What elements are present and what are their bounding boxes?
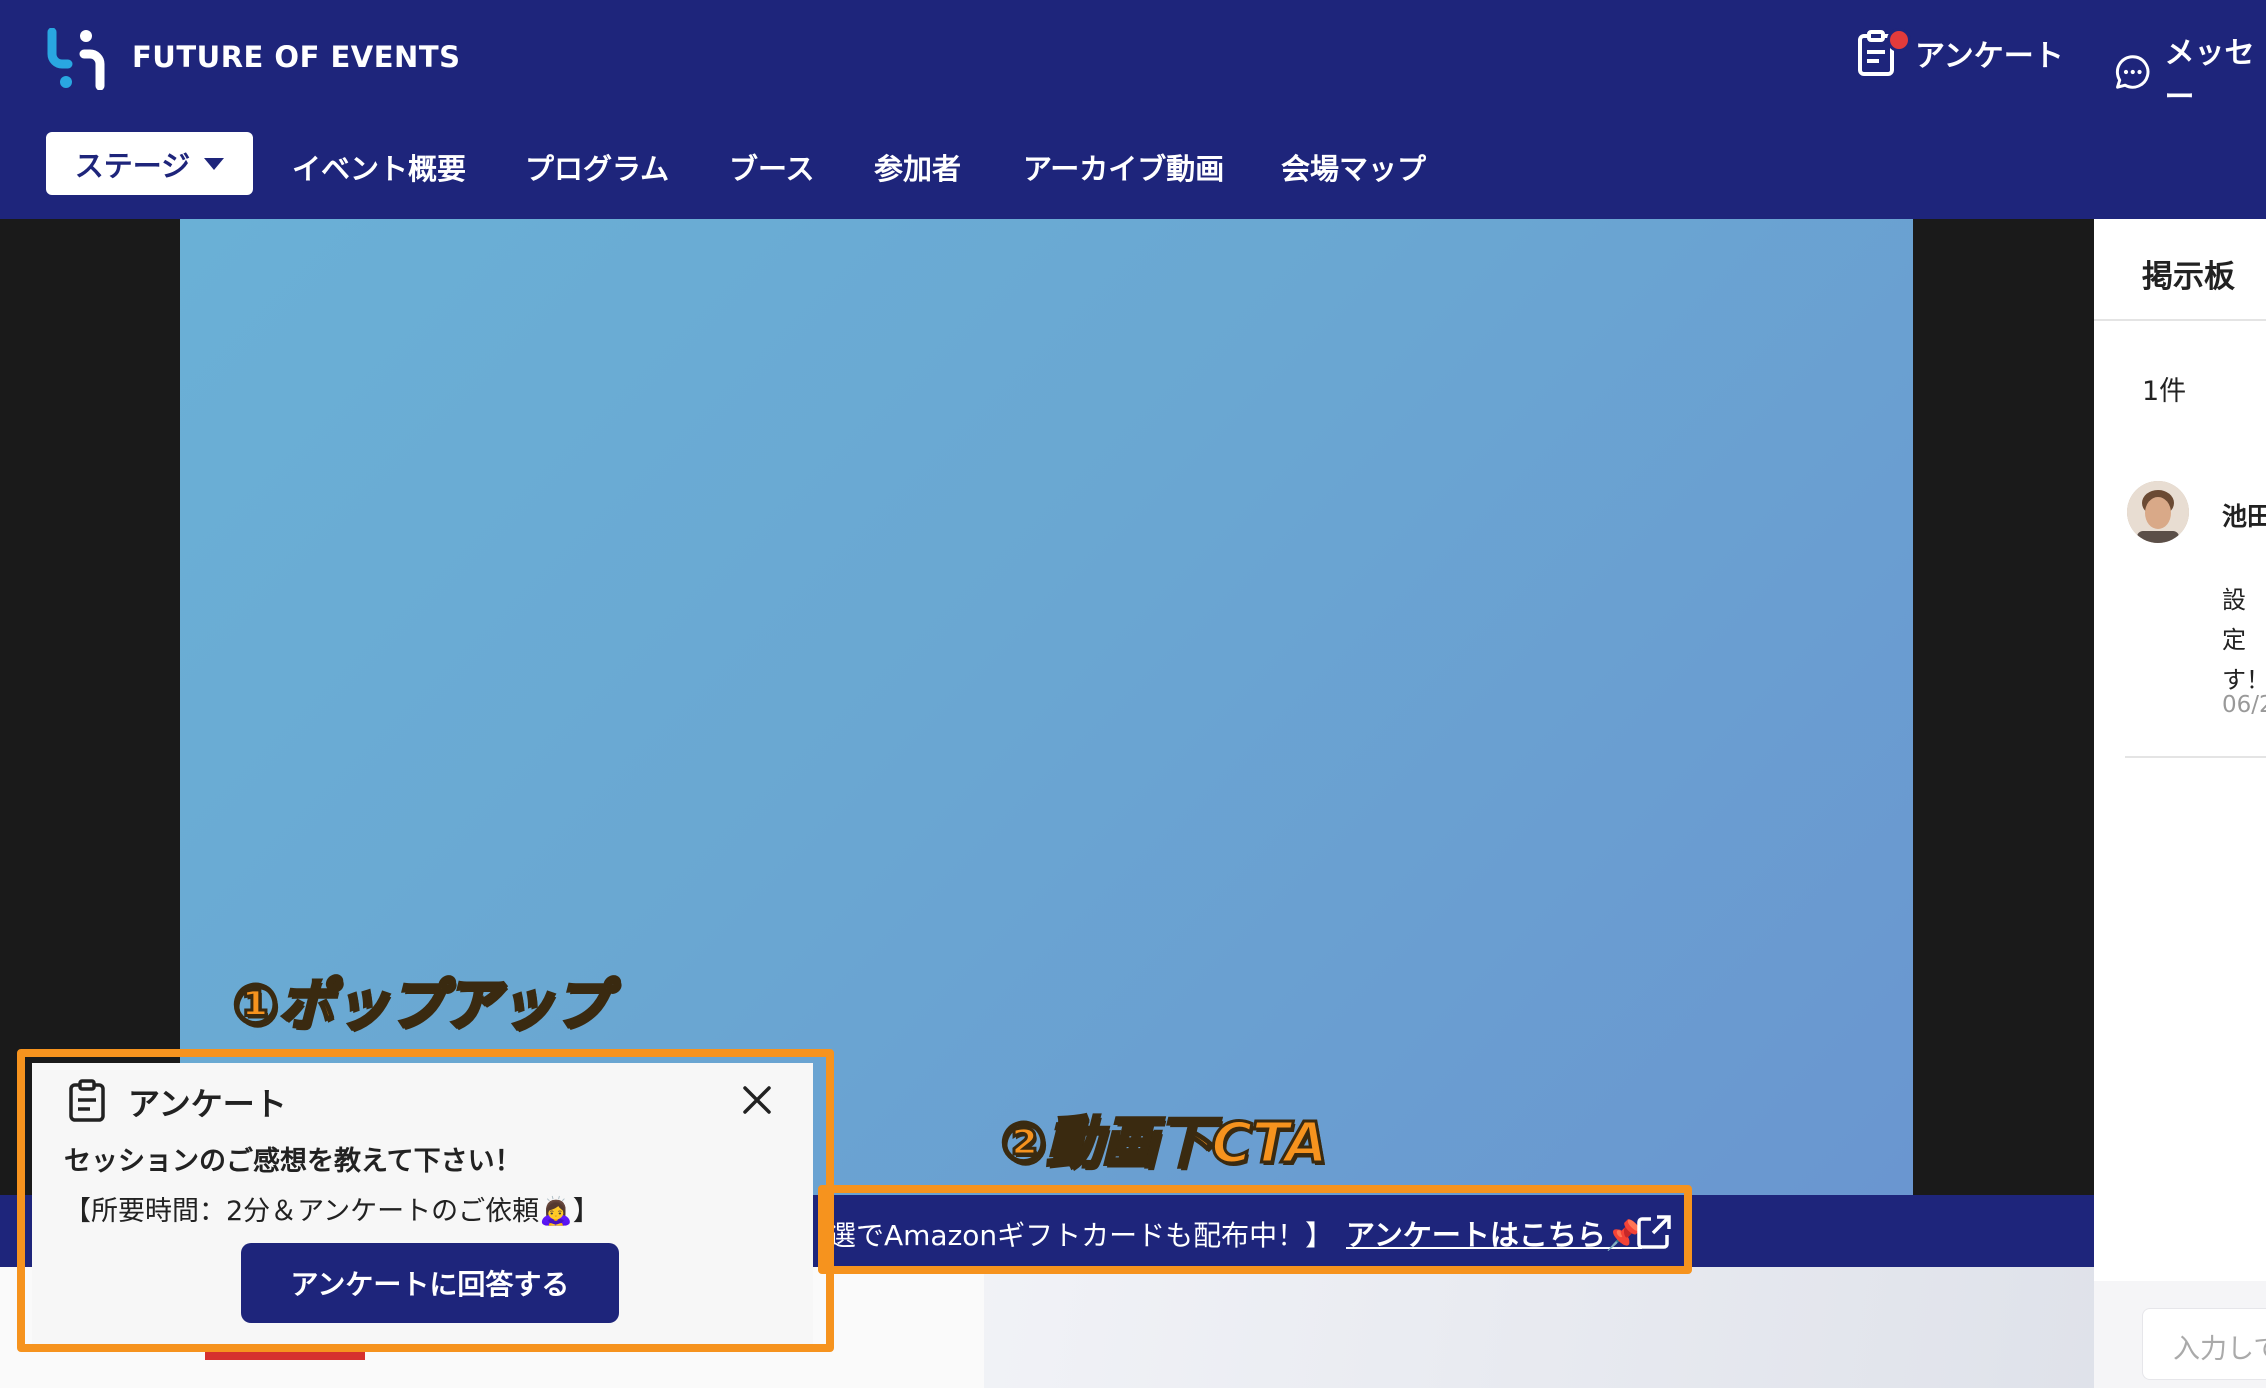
survey-icon [1857,28,1911,78]
popup-annotation-box [17,1049,834,1352]
nav-item-archive-video[interactable]: アーカイブ動画 [1023,146,1224,188]
nav-item-booth[interactable]: ブース [729,146,815,188]
post-author: 池田 [2222,502,2266,531]
survey-header-button[interactable]: アンケート [1857,28,2064,78]
post-message-line: 設定 [2222,586,2246,654]
post-input[interactable]: 入力して [2142,1308,2266,1380]
brand-name: FUTURE OF EVENTS [132,40,461,74]
cta-annotation-box [818,1185,1692,1274]
nav-item-program[interactable]: プログラム [525,146,669,188]
stage-dropdown-label: ステージ [74,148,191,183]
cta-annotation-label: ②動画下CTA [999,1110,1330,1178]
post-message: 設定 す！ [2222,580,2266,700]
message-header-button[interactable]: メッセー [2115,28,2266,116]
post-date: 06/2 [2222,692,2266,718]
message-header-label: メッセー [2164,36,2255,115]
message-bubble-icon [2115,55,2150,89]
post-count: 1件 [2142,376,2187,407]
bulletin-board-sidebar: 掲示板 1件 池田 設定 す！ 06/2 入力して [2094,219,2266,1388]
divider [2094,319,2266,321]
nav-item-participants[interactable]: 参加者 [874,146,961,188]
sidebar-title: 掲示板 [2142,259,2235,295]
nav-item-venue-map[interactable]: 会場マップ [1281,146,1426,188]
stage-dropdown[interactable]: ステージ [46,132,253,195]
popup-annotation-label: ①ポップアップ [230,972,610,1040]
divider [2125,756,2266,758]
caret-down-icon [204,157,225,170]
logo-icon[interactable] [46,28,106,90]
nav-item-event-overview[interactable]: イベント概要 [292,146,466,188]
survey-header-label: アンケート [1915,39,2064,74]
app-header: FUTURE OF EVENTS アンケート メッセー ステージ イベント概要 … [0,0,2266,219]
notification-dot [1887,28,1911,52]
avatar[interactable] [2127,481,2189,543]
